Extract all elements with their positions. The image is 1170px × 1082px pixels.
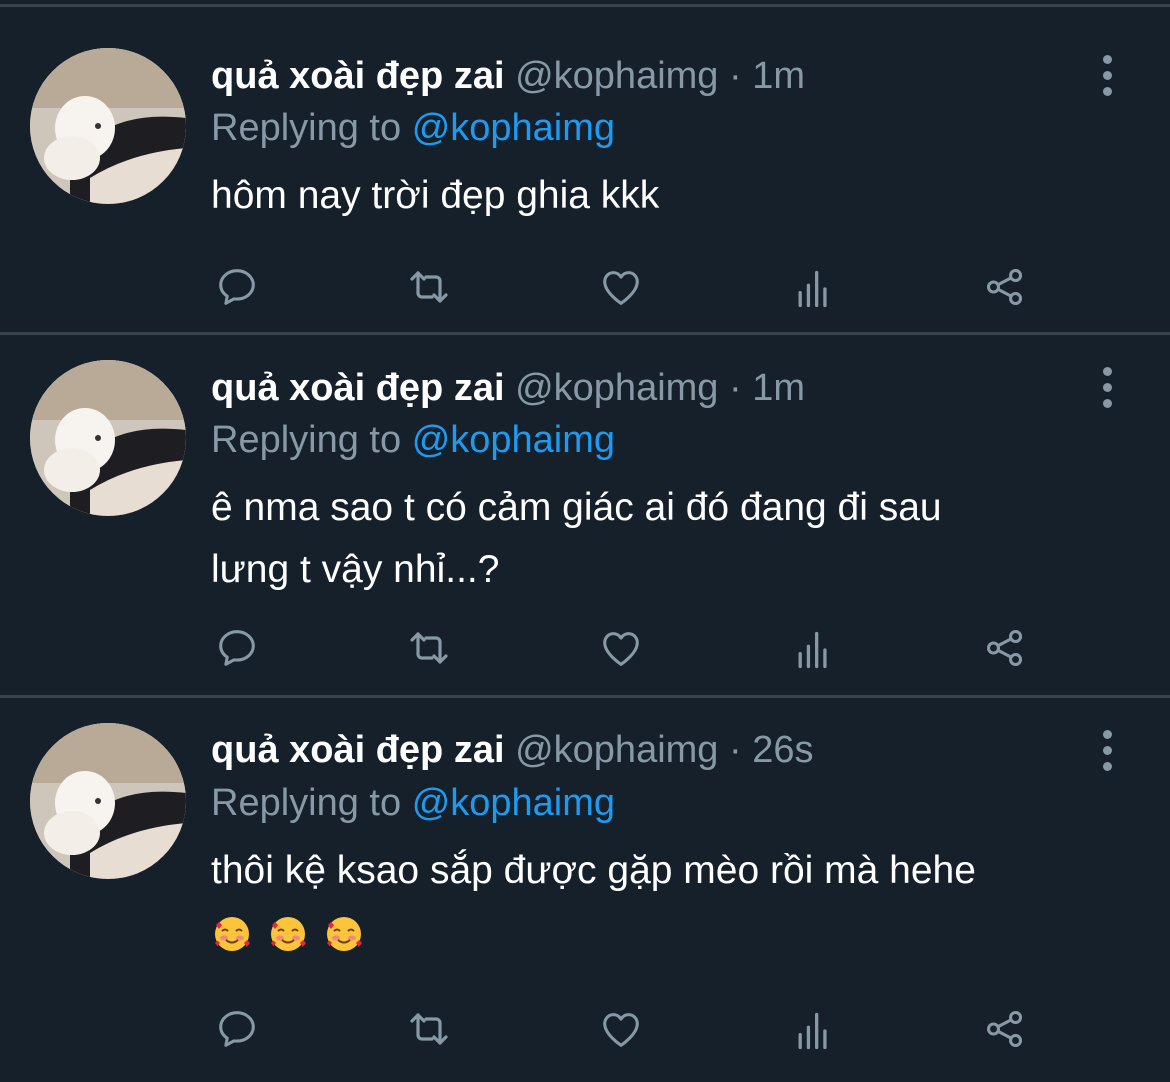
tweet-text-line: lưng t vậy nhỉ...? — [211, 548, 500, 591]
share-icon[interactable] — [980, 623, 1030, 673]
like-icon[interactable] — [596, 623, 646, 673]
reply-icon[interactable] — [212, 262, 262, 312]
tweet[interactable]: quả xoài đẹp zai @kophaimg · 1m Replying… — [0, 335, 1170, 698]
mention-link[interactable]: @kophaimg — [412, 107, 615, 149]
smiling-face-with-hearts-icon — [271, 917, 306, 951]
display-name[interactable]: quả xoài đẹp zai — [211, 729, 505, 771]
tweet-text-line: thôi kệ ksao sắp được gặp mèo rồi mà heh… — [211, 849, 976, 892]
user-handle[interactable]: @kophaimg — [515, 367, 718, 409]
analytics-icon[interactable] — [788, 1006, 838, 1056]
replying-to: Replying to @kophaimg — [211, 416, 615, 464]
tweet-header: quả xoài đẹp zai @kophaimg · 1m — [211, 52, 805, 100]
replying-to: Replying to @kophaimg — [211, 104, 615, 152]
tweet-text: ê nma sao t có cảm giác ai đó đang đi sa… — [211, 477, 1111, 601]
replying-prefix: Replying to — [211, 419, 402, 461]
retweet-icon[interactable] — [404, 262, 454, 312]
analytics-icon[interactable] — [788, 264, 838, 314]
mention-link[interactable]: @kophaimg — [412, 419, 615, 461]
tweet-header: quả xoài đẹp zai @kophaimg · 26s — [211, 726, 814, 774]
more-options-icon[interactable] — [1088, 363, 1126, 411]
user-handle[interactable]: @kophaimg — [515, 729, 718, 771]
retweet-icon[interactable] — [404, 623, 454, 673]
separator-dot: · — [729, 55, 742, 97]
retweet-icon[interactable] — [404, 1004, 454, 1054]
separator-dot: · — [729, 367, 742, 409]
tweet-text-line: ê nma sao t có cảm giác ai đó đang đi sa… — [211, 486, 942, 529]
analytics-icon[interactable] — [788, 625, 838, 675]
share-icon[interactable] — [980, 262, 1030, 312]
smiling-face-with-hearts-icon — [215, 917, 250, 951]
more-options-icon[interactable] — [1088, 726, 1126, 774]
user-handle[interactable]: @kophaimg — [515, 55, 718, 97]
timestamp[interactable]: 1m — [752, 55, 805, 97]
emoji-row — [211, 913, 365, 963]
replying-prefix: Replying to — [211, 107, 402, 149]
like-icon[interactable] — [596, 1004, 646, 1054]
tweet[interactable]: quả xoài đẹp zai @kophaimg · 26s Replyin… — [0, 698, 1170, 1082]
avatar[interactable] — [30, 723, 186, 879]
reply-icon[interactable] — [212, 623, 262, 673]
display-name[interactable]: quả xoài đẹp zai — [211, 367, 505, 409]
mention-link[interactable]: @kophaimg — [412, 782, 615, 824]
tweet[interactable]: quả xoài đẹp zai @kophaimg · 1m Replying… — [0, 7, 1170, 335]
like-icon[interactable] — [596, 262, 646, 312]
avatar[interactable] — [30, 360, 186, 516]
display-name[interactable]: quả xoài đẹp zai — [211, 55, 505, 97]
avatar[interactable] — [30, 48, 186, 204]
reply-icon[interactable] — [212, 1004, 262, 1054]
tweet-text-line: hôm nay trời đẹp ghia kkk — [211, 174, 660, 217]
tweet-header: quả xoài đẹp zai @kophaimg · 1m — [211, 364, 805, 412]
timestamp[interactable]: 26s — [752, 729, 813, 771]
smiling-face-with-hearts-icon — [327, 917, 362, 951]
separator-dot: · — [729, 729, 742, 771]
replying-to: Replying to @kophaimg — [211, 779, 615, 827]
share-icon[interactable] — [980, 1004, 1030, 1054]
more-options-icon[interactable] — [1088, 51, 1126, 99]
tweet-text: thôi kệ ksao sắp được gặp mèo rồi mà heh… — [211, 840, 1111, 902]
tweet-text: hôm nay trời đẹp ghia kkk — [211, 165, 1111, 227]
timestamp[interactable]: 1m — [752, 367, 805, 409]
replying-prefix: Replying to — [211, 782, 402, 824]
